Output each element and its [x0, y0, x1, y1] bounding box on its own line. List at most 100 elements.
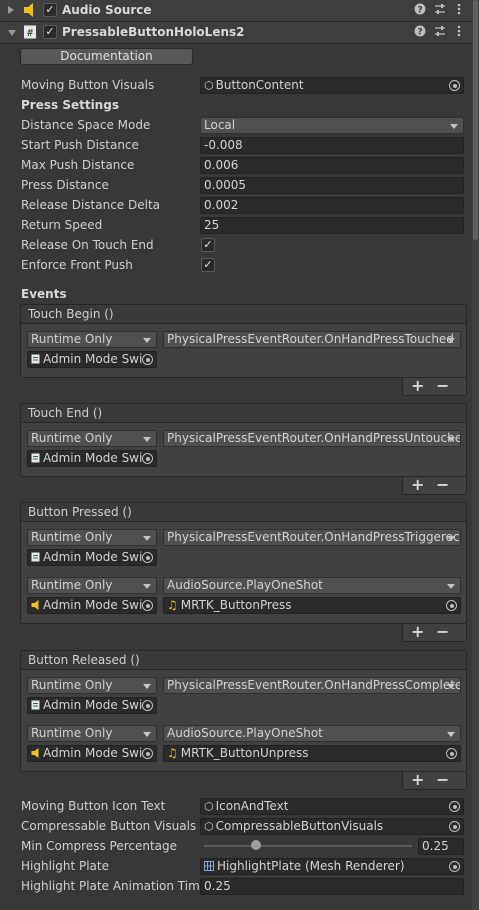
object-picker-icon[interactable]: [142, 600, 153, 611]
documentation-button[interactable]: Documentation: [20, 48, 193, 65]
target-object-field[interactable]: Admin Mode Swi: [27, 745, 157, 762]
start-push-distance-label: Start Push Distance: [21, 138, 139, 152]
runtime-mode-dropdown[interactable]: Runtime Only: [27, 430, 157, 447]
button-released-add-remove: + −: [402, 770, 467, 790]
object-picker-icon[interactable]: [446, 600, 457, 611]
dropdown-arrow-icon: [447, 536, 455, 541]
object-picker-icon[interactable]: [449, 861, 460, 872]
highlight-plate-field[interactable]: HighlightPlate (Mesh Renderer): [200, 858, 464, 875]
target-object-field[interactable]: Admin Mode Swi: [27, 597, 157, 614]
audio-clip-field[interactable]: ♫ MRTK_ButtonUnpress: [163, 745, 461, 762]
function-dropdown[interactable]: PhysicalPressEventRouter.OnHandPressComp…: [163, 677, 461, 694]
svg-text:?: ?: [417, 28, 422, 38]
moving-button-visuals-label: Moving Button Visuals: [21, 78, 155, 92]
dropdown-arrow-icon: [450, 124, 458, 129]
dropdown-arrow-icon: [143, 536, 151, 541]
compressable-button-visuals-field[interactable]: ⬡ CompressableButtonVisuals: [200, 818, 464, 835]
object-picker-icon[interactable]: [142, 354, 153, 365]
presets-icon[interactable]: [432, 3, 448, 18]
event-title: Button Released (): [21, 651, 466, 670]
function-dropdown[interactable]: AudioSource.PlayOneShot: [163, 725, 461, 742]
add-listener-button[interactable]: +: [411, 475, 424, 494]
function-dropdown[interactable]: PhysicalPressEventRouter.OnHandPressTrig…: [163, 529, 461, 546]
audio-clip-field[interactable]: ♫ MRTK_ButtonPress: [163, 597, 461, 614]
context-menu-icon[interactable]: [451, 3, 467, 18]
remove-listener-button[interactable]: −: [436, 770, 449, 789]
return-speed-input[interactable]: 25: [200, 217, 464, 234]
transform-cube-icon: ⬡: [204, 820, 214, 833]
function-dropdown[interactable]: AudioSource.PlayOneShot: [163, 577, 461, 594]
speaker-icon: [23, 3, 37, 17]
target-object-field[interactable]: Admin Mode Swi: [27, 549, 157, 566]
collapsed-foldout-icon[interactable]: [8, 6, 14, 14]
speaker-icon: [31, 600, 39, 610]
audio-clip-icon: ♫: [167, 598, 178, 612]
pressable-button-component-header[interactable]: # ✓ PressableButtonHoloLens2 ?: [0, 22, 472, 44]
runtime-mode-dropdown[interactable]: Runtime Only: [27, 577, 157, 594]
min-compress-slider-track[interactable]: [204, 845, 412, 847]
transform-cube-icon: ⬡: [204, 800, 214, 813]
object-picker-icon[interactable]: [446, 748, 457, 759]
function-dropdown[interactable]: PhysicalPressEventRouter.OnHandPressTouc…: [163, 331, 461, 348]
events-heading: Events: [21, 287, 67, 301]
remove-listener-button[interactable]: −: [436, 475, 449, 494]
release-on-touch-end-checkbox[interactable]: ✓: [201, 238, 215, 252]
event-title: Touch End (): [21, 404, 466, 423]
presets-icon[interactable]: [432, 25, 448, 40]
component-enabled-checkbox[interactable]: ✓: [43, 25, 57, 39]
audio-source-enabled-checkbox[interactable]: ✓: [43, 3, 57, 17]
release-distance-delta-input[interactable]: 0.002: [200, 197, 464, 214]
highlight-plate-animation-time-input[interactable]: 0.25: [200, 878, 464, 895]
target-object-field[interactable]: Admin Mode Swi: [27, 450, 157, 467]
add-listener-button[interactable]: +: [411, 770, 424, 789]
release-on-touch-end-label: Release On Touch End: [21, 238, 154, 252]
context-menu-icon[interactable]: [451, 25, 467, 40]
help-icon[interactable]: ?: [412, 3, 428, 18]
svg-text:?: ?: [417, 6, 422, 16]
min-compress-percentage-label: Min Compress Percentage: [21, 839, 178, 853]
expanded-foldout-icon[interactable]: [8, 30, 16, 36]
runtime-mode-dropdown[interactable]: Runtime Only: [27, 725, 157, 742]
function-dropdown[interactable]: PhysicalPressEventRouter.OnHandPressUnto…: [163, 430, 461, 447]
add-listener-button[interactable]: +: [411, 376, 424, 395]
audio-source-component-header[interactable]: ✓ Audio Source ?: [0, 0, 472, 22]
press-settings-heading: Press Settings: [21, 98, 119, 112]
press-distance-label: Press Distance: [21, 178, 109, 192]
script-file-icon: [31, 552, 40, 562]
object-picker-icon[interactable]: [449, 801, 460, 812]
moving-button-visuals-field[interactable]: ⬡ ButtonContent: [200, 77, 464, 94]
dropdown-arrow-icon: [143, 732, 151, 737]
press-distance-input[interactable]: 0.0005: [200, 177, 464, 194]
add-listener-button[interactable]: +: [411, 622, 424, 641]
object-picker-icon[interactable]: [142, 453, 153, 464]
component-title: Audio Source: [62, 3, 152, 17]
remove-listener-button[interactable]: −: [436, 376, 449, 395]
max-push-distance-input[interactable]: 0.006: [200, 157, 464, 174]
remove-listener-button[interactable]: −: [436, 622, 449, 641]
object-picker-icon[interactable]: [142, 700, 153, 711]
min-compress-percentage-input[interactable]: 0.25: [418, 838, 464, 855]
scrollbar-thumb[interactable]: [473, 0, 478, 240]
target-object-field[interactable]: Admin Mode Swi: [27, 697, 157, 714]
runtime-mode-dropdown[interactable]: Runtime Only: [27, 529, 157, 546]
min-compress-slider-knob[interactable]: [251, 840, 261, 850]
object-picker-icon[interactable]: [449, 80, 460, 91]
dropdown-arrow-icon: [143, 584, 151, 589]
target-object-field[interactable]: Admin Mode Swi: [27, 351, 157, 368]
object-picker-icon[interactable]: [449, 821, 460, 832]
enforce-front-push-checkbox[interactable]: ✓: [201, 258, 215, 272]
moving-button-icon-text-label: Moving Button Icon Text: [21, 799, 166, 813]
start-push-distance-input[interactable]: -0.008: [200, 137, 464, 154]
highlight-plate-animation-time-label: Highlight Plate Animation Time: [21, 879, 208, 893]
component-title: PressableButtonHoloLens2: [62, 25, 245, 39]
distance-space-mode-dropdown[interactable]: Local: [200, 117, 464, 134]
runtime-mode-dropdown[interactable]: Runtime Only: [27, 677, 157, 694]
runtime-mode-dropdown[interactable]: Runtime Only: [27, 331, 157, 348]
button-pressed-add-remove: + −: [402, 622, 467, 642]
help-icon[interactable]: ?: [412, 25, 428, 40]
touch-end-event: Touch End () Runtime Only PhysicalPressE…: [20, 403, 467, 477]
speaker-icon: [31, 748, 39, 758]
object-picker-icon[interactable]: [142, 552, 153, 563]
object-picker-icon[interactable]: [142, 748, 153, 759]
moving-button-icon-text-field[interactable]: ⬡ IconAndText: [200, 798, 464, 815]
